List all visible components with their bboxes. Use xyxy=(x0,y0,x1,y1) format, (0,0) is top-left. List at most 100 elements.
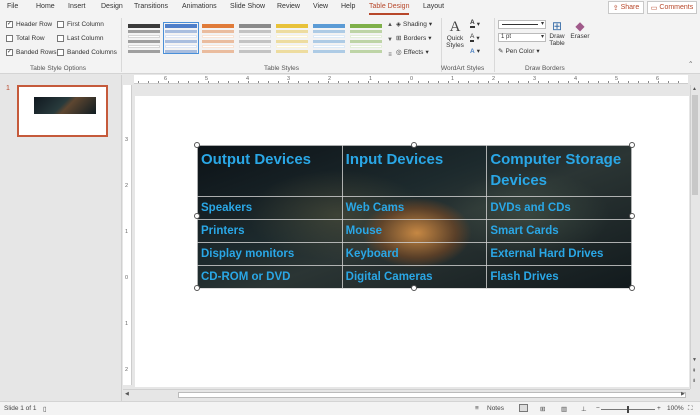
total-row-option[interactable]: Total Row xyxy=(6,35,45,42)
vertical-scrollbar[interactable]: ▲ ▼ ⇞ ⇟ xyxy=(690,85,699,389)
slide-sorter-icon[interactable]: ⊞ xyxy=(540,405,545,413)
table-style-thumbnail[interactable] xyxy=(202,24,234,53)
table-cell[interactable]: Speakers xyxy=(197,196,343,220)
text-outline-button[interactable]: A ▾ xyxy=(470,33,480,42)
draw-table-button[interactable]: ⊞ Draw Table xyxy=(548,19,566,47)
table-cell[interactable]: Flash Drives xyxy=(486,265,632,289)
comments-label: Comments xyxy=(659,4,694,11)
more-icon[interactable]: ≡ xyxy=(388,52,392,58)
table-cell[interactable]: Keyboard xyxy=(341,242,488,266)
shading-button[interactable]: ◈ Shading ▾ xyxy=(396,20,432,29)
last-column-option[interactable]: Last Column xyxy=(57,35,104,42)
table-style-thumbnail[interactable] xyxy=(350,24,382,53)
ruler-tick xyxy=(548,81,549,83)
slideshow-icon[interactable]: ⊥ xyxy=(581,405,587,413)
resize-handle[interactable] xyxy=(629,285,635,291)
tab-review[interactable]: Review xyxy=(277,3,300,10)
resize-handle[interactable] xyxy=(194,213,200,219)
zoom-slider-knob[interactable] xyxy=(627,406,629,413)
scroll-up-icon[interactable]: ▲ xyxy=(692,86,697,92)
table-cell[interactable]: Mouse xyxy=(341,219,488,243)
slide-thumbnail[interactable] xyxy=(17,85,108,137)
table-cell[interactable]: Web Cams xyxy=(341,196,488,220)
tab-home[interactable]: Home xyxy=(36,3,55,10)
resize-handle[interactable] xyxy=(629,142,635,148)
table-style-thumbnail[interactable] xyxy=(128,24,160,53)
table-cell[interactable]: Display monitors xyxy=(197,242,343,266)
ruler-tick xyxy=(608,81,609,83)
notes-icon[interactable]: ≡ xyxy=(475,405,479,412)
tab-transitions[interactable]: Transitions xyxy=(134,3,168,10)
table-header-cell[interactable]: Input Devices xyxy=(341,145,488,197)
effects-button[interactable]: ◎ Effects ▾ xyxy=(396,48,429,57)
borders-button[interactable]: ⊞ Borders ▾ xyxy=(396,34,431,43)
scroll-left-icon[interactable]: ◀ xyxy=(125,391,129,397)
vertical-scroll-thumb[interactable] xyxy=(692,95,698,195)
table-style-thumbnail[interactable] xyxy=(313,24,345,53)
tab-view[interactable]: View xyxy=(313,3,328,10)
devices-table[interactable]: Output Devices Input Devices Computer St… xyxy=(197,145,632,289)
eraser-button[interactable]: ◆ Eraser xyxy=(569,19,591,40)
notes-button[interactable]: Notes xyxy=(487,405,504,412)
tab-file[interactable]: File xyxy=(7,3,18,10)
previous-slide-icon[interactable]: ⇞ xyxy=(692,368,696,374)
banded-columns-option[interactable]: Banded Columns xyxy=(57,49,117,56)
resize-handle[interactable] xyxy=(411,285,417,291)
table-style-thumbnail[interactable] xyxy=(163,22,199,54)
table-cell[interactable]: Smart Cards xyxy=(486,219,632,243)
tab-animations[interactable]: Animations xyxy=(182,3,217,10)
quick-styles-button[interactable]: A Quick Styles xyxy=(444,19,466,49)
table-header-cell[interactable]: Computer Storage Devices xyxy=(486,145,632,197)
pen-color-button[interactable]: ✎ Pen Color ▾ xyxy=(498,47,540,56)
checkbox-checked-icon[interactable]: ✓ xyxy=(6,49,13,56)
table-style-thumbnail[interactable] xyxy=(276,24,308,53)
zoom-in-button[interactable]: + xyxy=(657,405,661,412)
next-slide-icon[interactable]: ⇟ xyxy=(692,378,696,384)
banded-rows-option[interactable]: ✓ Banded Rows xyxy=(6,49,56,56)
zoom-level[interactable]: 100% xyxy=(667,405,684,412)
checkbox-icon[interactable] xyxy=(6,35,13,42)
checkbox-checked-icon[interactable]: ✓ xyxy=(6,21,13,28)
horizontal-scroll-thumb[interactable] xyxy=(178,392,686,398)
slide[interactable]: Output Devices Input Devices Computer St… xyxy=(135,96,689,387)
checkbox-icon[interactable] xyxy=(57,35,64,42)
comments-button[interactable]: ▭ Comments xyxy=(647,1,697,14)
table-cell[interactable]: DVDs and CDs xyxy=(486,196,632,220)
scroll-right-icon[interactable]: ▶ xyxy=(681,391,685,397)
checkbox-icon[interactable] xyxy=(57,21,64,28)
tab-layout[interactable]: Layout xyxy=(423,3,444,10)
tab-slide-show[interactable]: Slide Show xyxy=(230,3,265,10)
horizontal-scrollbar[interactable]: ◀ ▶ xyxy=(123,389,690,399)
tab-insert[interactable]: Insert xyxy=(68,3,86,10)
chevron-down-icon[interactable]: ▼ xyxy=(387,37,393,43)
chevron-down-icon: ▾ xyxy=(476,48,480,55)
spell-check-icon[interactable]: ▯ xyxy=(43,405,47,413)
text-effects-button[interactable]: A ▾ xyxy=(470,47,480,56)
resize-handle[interactable] xyxy=(194,142,200,148)
first-column-option[interactable]: First Column xyxy=(57,21,104,28)
header-row-option[interactable]: ✓ Header Row xyxy=(6,21,52,28)
reading-view-icon[interactable]: ▥ xyxy=(561,405,567,413)
chevron-up-icon[interactable]: ▲ xyxy=(387,22,393,28)
checkbox-icon[interactable] xyxy=(57,49,64,56)
collapse-ribbon-icon[interactable]: ⌃ xyxy=(688,60,693,68)
tab-design[interactable]: Design xyxy=(101,3,123,10)
resize-handle[interactable] xyxy=(411,142,417,148)
table-cell[interactable]: Printers xyxy=(197,219,343,243)
table-style-thumbnail[interactable] xyxy=(239,24,271,53)
table-cell[interactable]: CD-ROM or DVD xyxy=(197,265,343,289)
share-button[interactable]: ⇪ Share xyxy=(608,1,644,14)
zoom-out-button[interactable]: − xyxy=(596,405,600,412)
table-header-cell[interactable]: Output Devices xyxy=(197,145,343,197)
tab-help[interactable]: Help xyxy=(341,3,355,10)
text-fill-button[interactable]: A ▾ xyxy=(470,19,480,28)
normal-view-icon[interactable] xyxy=(519,404,528,412)
scroll-down-icon[interactable]: ▼ xyxy=(692,357,697,363)
table-cell[interactable]: External Hard Drives xyxy=(486,242,632,266)
pen-style-dropdown[interactable]: ▾ xyxy=(498,20,546,29)
fit-to-window-icon[interactable]: ⛶ xyxy=(688,405,693,413)
pen-weight-dropdown[interactable]: 1 pt ▾ xyxy=(498,33,546,42)
tab-table-design[interactable]: Table Design xyxy=(369,3,409,10)
resize-handle[interactable] xyxy=(629,213,635,219)
resize-handle[interactable] xyxy=(194,285,200,291)
